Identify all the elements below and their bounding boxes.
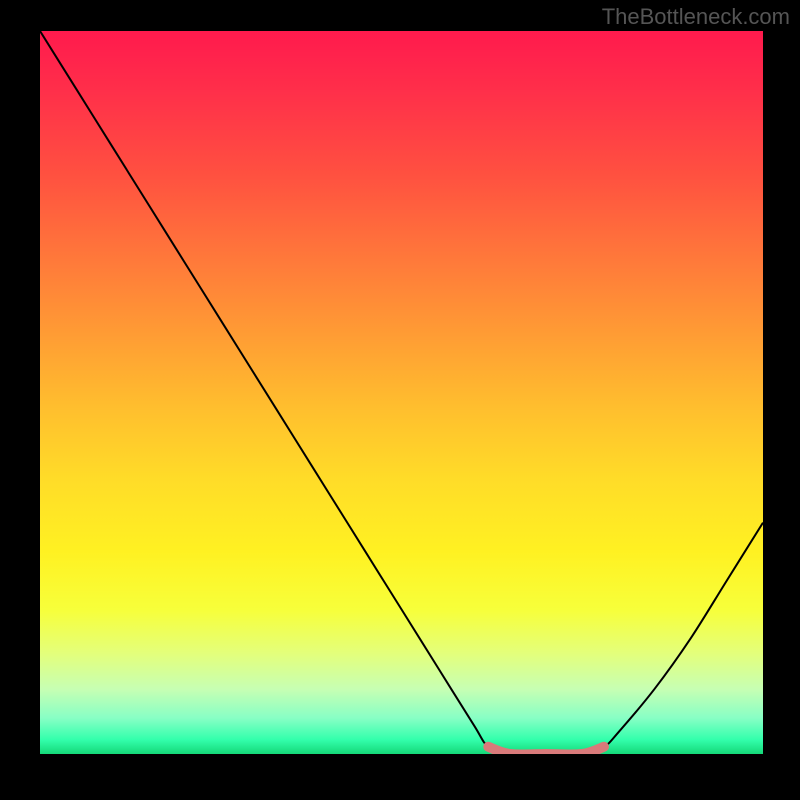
chart-svg <box>40 31 763 754</box>
optimal-range-highlight <box>488 747 604 754</box>
bottleneck-curve <box>40 31 763 754</box>
watermark-text: TheBottleneck.com <box>602 4 790 30</box>
plot-area <box>40 31 763 754</box>
